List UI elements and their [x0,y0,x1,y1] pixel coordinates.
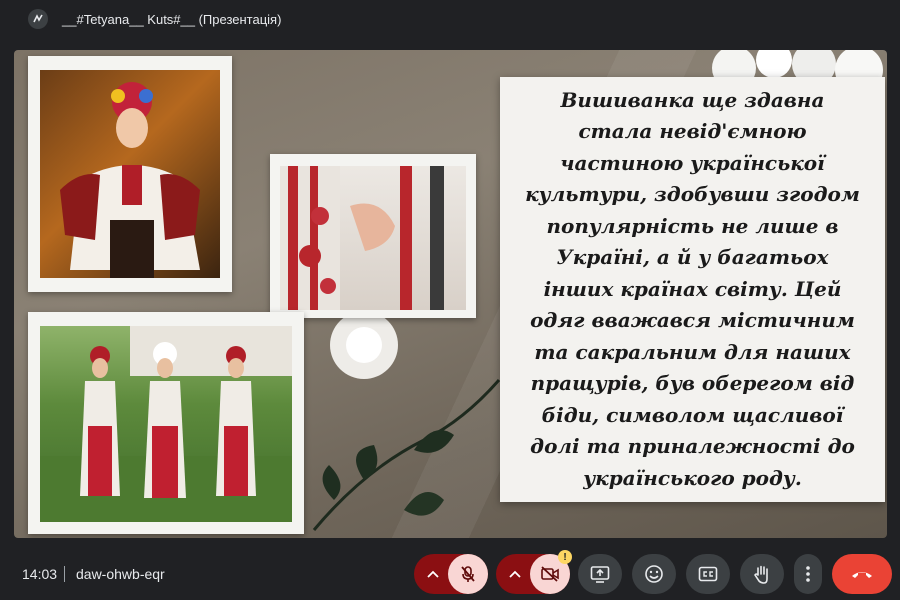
mic-control-group [414,554,488,594]
top-bar: __#Tetyana__ Kuts#__ (Презентація) [0,0,900,40]
present-icon [590,566,610,583]
end-call-icon [852,572,872,578]
end-call-button[interactable] [832,554,892,594]
photo-embroidered-sleeve [280,166,466,310]
mic-options-button[interactable] [418,554,448,594]
emoji-icon [645,565,663,583]
leaves-decoration [312,379,501,531]
raise-hand-icon [754,565,768,584]
clock: 14:03 [22,566,58,582]
meet-logo-icon [28,9,48,29]
captions-icon [698,566,718,582]
photo-three-women-folk-costume [40,326,292,522]
warning-icon: ! [558,550,572,564]
mic-off-icon [461,566,475,582]
more-options-icon [806,566,810,582]
chevron-up-icon [509,570,521,578]
photo-woman-embroidered-shirt [40,70,220,278]
presentation-title: __#Tetyana__ Kuts#__ (Презентація) [62,12,282,27]
slide-body-text: Вишиванка ще здавна стала невід'ємною ча… [525,87,860,490]
mic-toggle-button[interactable] [448,554,488,594]
presentation-stage: Вишиванка ще здавна стала невід'ємною ча… [14,50,887,538]
captions-button[interactable] [686,554,730,594]
slide-text-card: Вишиванка ще здавна стала невід'ємною ча… [500,77,885,502]
chevron-up-icon [427,570,439,578]
more-options-button[interactable] [794,554,822,594]
divider [64,566,65,582]
bottom-control-bar: 14:03 daw-ohwb-eqr ! [0,548,900,600]
emoji-button[interactable] [632,554,676,594]
camera-control-group: ! [496,550,572,594]
camera-options-button[interactable] [500,554,530,594]
camera-off-icon [541,566,559,582]
present-button[interactable] [578,554,622,594]
meeting-code: daw-ohwb-eqr [76,566,165,582]
raise-hand-button[interactable] [740,554,784,594]
